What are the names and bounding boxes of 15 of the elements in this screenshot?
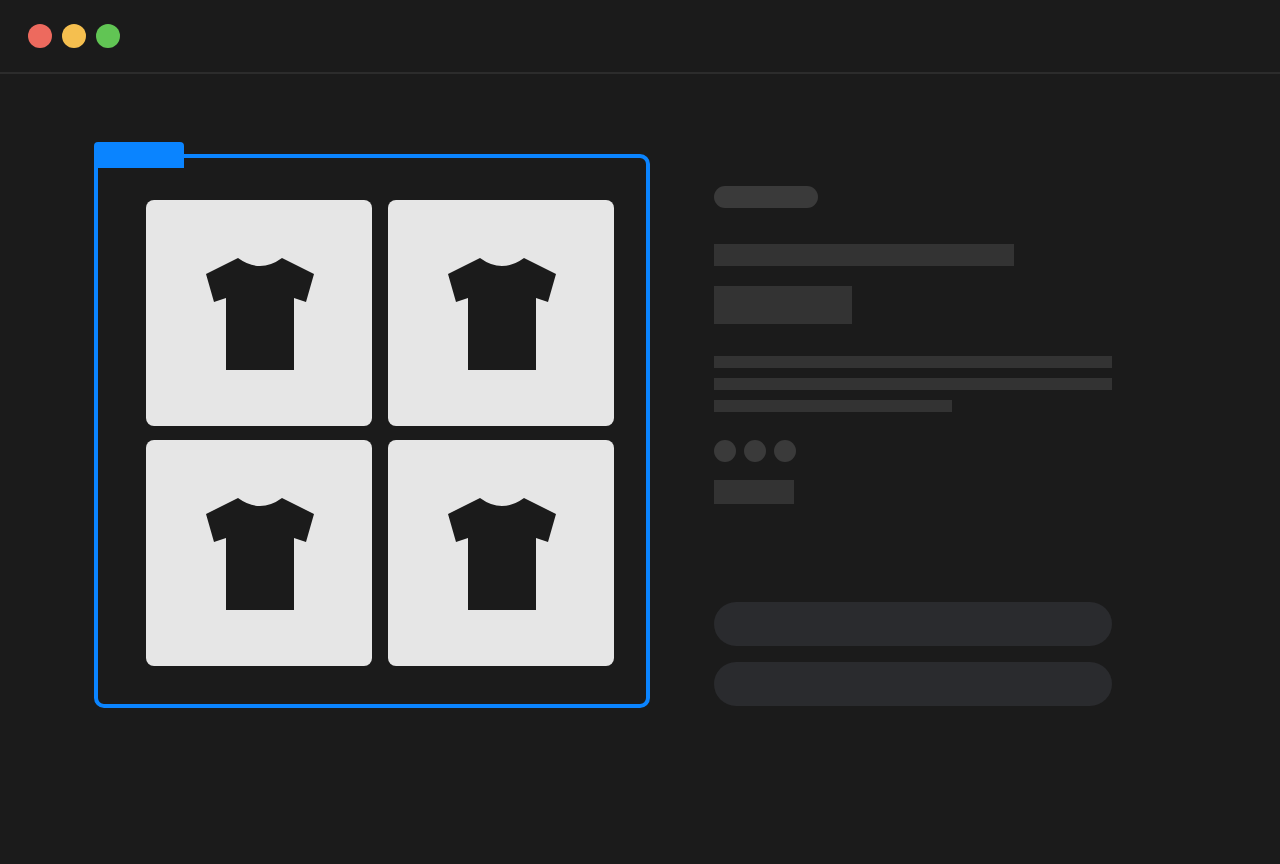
product-thumbnail[interactable] xyxy=(146,200,372,426)
shirt-icon xyxy=(205,497,313,609)
shirt-icon xyxy=(447,497,555,609)
product-thumbnail[interactable] xyxy=(388,440,614,666)
label-placeholder xyxy=(714,480,794,504)
window-button[interactable] xyxy=(62,24,86,48)
product-thumbnail[interactable] xyxy=(146,440,372,666)
image-gallery[interactable] xyxy=(94,154,650,708)
window-button[interactable] xyxy=(96,24,120,48)
product-thumbnail[interactable] xyxy=(388,200,614,426)
price-placeholder xyxy=(714,286,852,324)
tag-placeholder xyxy=(714,186,818,208)
shirt-icon xyxy=(205,257,313,369)
window-button[interactable] xyxy=(28,24,52,48)
shirt-icon xyxy=(447,257,555,369)
